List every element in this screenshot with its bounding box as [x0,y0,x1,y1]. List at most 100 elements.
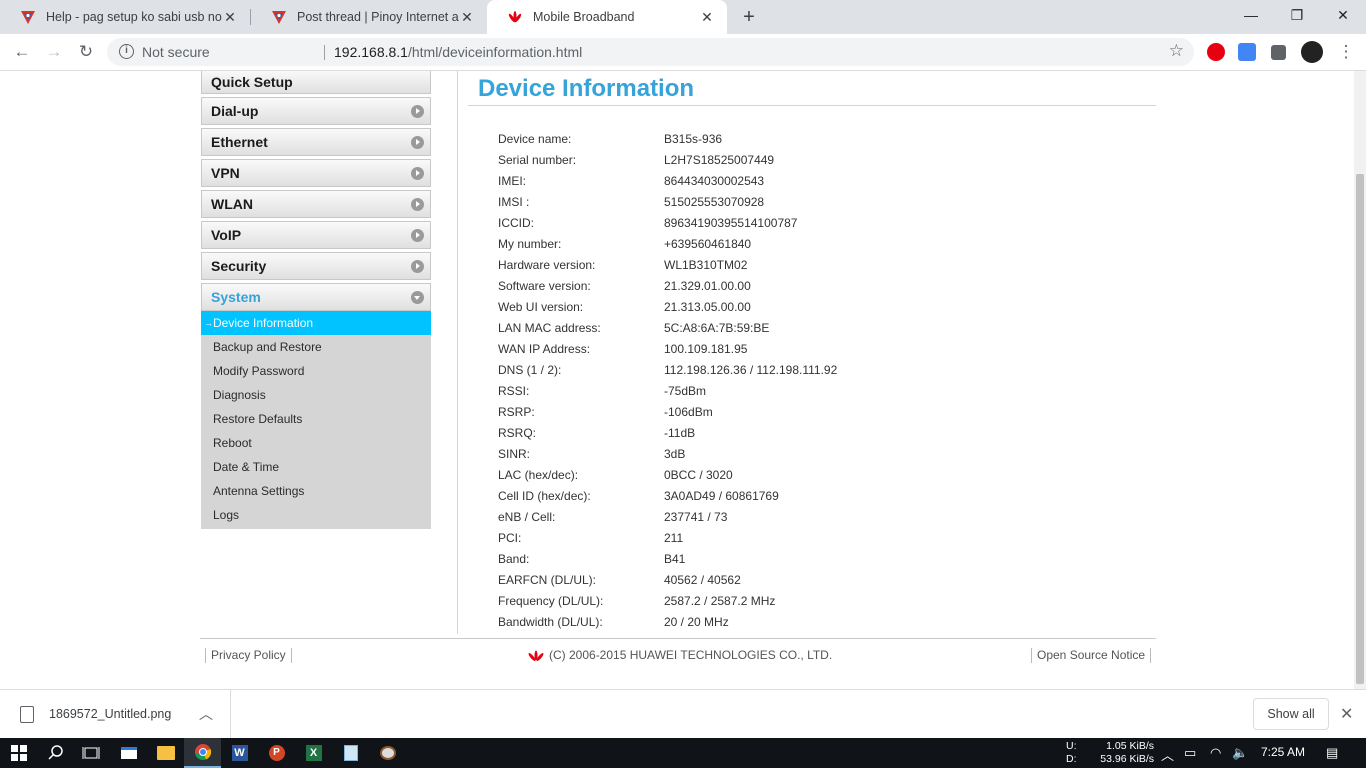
info-row: ICCID: 89634190395514100787 [498,213,837,234]
battery-icon[interactable]: ▭ [1184,745,1196,761]
submenu-item-reboot[interactable]: Reboot [201,431,431,455]
download-speed: 53.96 KiB/s [1100,753,1154,765]
chrome-icon[interactable] [184,738,221,768]
sidebar-item-voip[interactable]: VoIP [201,221,431,249]
new-tab-button[interactable]: + [737,5,761,29]
bookmark-star-icon[interactable]: ☆ [1169,41,1184,61]
info-value: B41 [664,552,686,566]
address-bar[interactable]: i Not secure 192.168.8.1/html/deviceinfo… [107,38,1194,66]
sidebar-item-ethernet[interactable]: Ethernet [201,128,431,156]
volume-icon[interactable]: 🔈 [1232,745,1248,761]
info-value: 3A0AD49 / 60861769 [664,489,779,503]
submenu-item-backup-restore[interactable]: Backup and Restore [201,335,431,359]
download-bar: 1869572_Untitled.png ︿ Show all ✕ [0,689,1366,738]
info-label: ICCID: [498,216,534,230]
profile-avatar[interactable] [1301,41,1323,63]
info-value: -11dB [664,426,696,440]
windows-start-icon[interactable] [0,738,37,768]
info-label: WAN IP Address: [498,342,591,356]
sidebar-item-label: WLAN [211,196,253,212]
show-hidden-icons-icon[interactable]: ︿ [1161,745,1174,764]
info-row: eNB / Cell: 237741 / 73 [498,507,837,528]
browser-tab-help[interactable]: Help - pag setup ko sabi usb not ✕ [0,0,250,34]
browser-tab-post-thread[interactable]: Post thread | Pinoy Internet and T ✕ [251,0,487,34]
privacy-policy-link[interactable]: Privacy Policy [205,648,292,663]
download-filename[interactable]: 1869572_Untitled.png [49,707,171,721]
sidebar-item-system[interactable]: System [201,283,431,311]
huawei-logo-icon [528,650,544,661]
sidebar-item-label: VoIP [211,227,242,243]
translate-extension-icon[interactable] [1238,43,1256,61]
submenu-item-restore-defaults[interactable]: Restore Defaults [201,407,431,431]
sidebar-item-quick-setup[interactable]: Quick Setup [201,71,431,94]
sidebar-item-wlan[interactable]: WLAN [201,190,431,218]
info-value: WL1B310TM02 [664,258,748,272]
extensions-puzzle-icon[interactable] [1271,45,1286,60]
close-tab-icon[interactable]: ✕ [222,9,238,25]
reload-button[interactable]: ↻ [72,38,100,66]
sidebar-item-vpn[interactable]: VPN [201,159,431,187]
info-row: RSRP: -106dBm [498,402,837,423]
browser-tab-mobile-broadband[interactable]: Mobile Broadband ✕ [487,0,727,34]
huawei-favicon-icon [508,11,522,23]
url-host: 192.168.8.1 [334,44,408,60]
info-value: 211 [664,531,684,545]
close-download-bar-icon[interactable]: ✕ [1340,704,1353,724]
info-label: DNS (1 / 2): [498,363,562,377]
info-row: IMSI : 515025553070928 [498,192,837,213]
info-label: Cell ID (hex/dec): [498,489,591,503]
restore-window-button[interactable]: ❐ [1274,0,1320,30]
url-text[interactable]: 192.168.8.1/html/deviceinformation.html [334,44,582,60]
adblock-extension-icon[interactable] [1207,43,1225,61]
sidebar-item-dial-up[interactable]: Dial-up [201,97,431,125]
info-row: RSRQ: -11dB [498,423,837,444]
back-button[interactable]: ← [8,38,36,66]
submenu-item-diagnosis[interactable]: Diagnosis [201,383,431,407]
tab-title: Post thread | Pinoy Internet and T [297,10,459,24]
notepad-icon[interactable] [332,738,369,768]
paint-icon[interactable] [369,738,406,768]
file-explorer-icon[interactable] [147,738,184,768]
submenu-item-device-information[interactable]: → Device Information [201,311,431,335]
taskbar-clock[interactable]: 7:25 AM [1261,745,1305,759]
sidebar-item-label: Ethernet [211,134,268,150]
site-info-icon[interactable]: i [119,44,134,59]
info-row: Software version: 21.329.01.00.00 [498,276,837,297]
sidebar-item-security[interactable]: Security [201,252,431,280]
wifi-icon[interactable]: ◠ [1210,745,1221,761]
info-value: 515025553070928 [664,195,765,209]
chevron-right-icon [411,136,424,149]
browser-menu-icon[interactable]: ⋮ [1332,38,1360,66]
word-icon[interactable]: W [221,738,258,768]
page-scrollbar[interactable] [1354,71,1366,689]
chevron-right-icon [411,260,424,273]
close-window-button[interactable]: ✕ [1320,0,1366,30]
chevron-up-icon[interactable]: ︿ [199,704,213,724]
powerpoint-icon[interactable]: P [258,738,295,768]
submenu-item-date-time[interactable]: Date & Time [201,455,431,479]
download-item[interactable]: 1869572_Untitled.png ︿ [0,690,231,738]
submenu-item-antenna-settings[interactable]: Antenna Settings [201,479,431,503]
info-row: LAN MAC address: 5C:A8:6A:7B:59:BE [498,318,837,339]
search-icon[interactable] [37,738,74,768]
task-view-icon[interactable] [72,738,109,768]
excel-icon[interactable]: X [295,738,332,768]
info-row: WAN IP Address: 100.109.181.95 [498,339,837,360]
submenu-item-logs[interactable]: Logs [201,503,431,527]
scrollbar-thumb[interactable] [1356,174,1364,684]
close-tab-icon[interactable]: ✕ [699,9,715,25]
info-row: EARFCN (DL/UL): 40562 / 40562 [498,570,837,591]
close-tab-icon[interactable]: ✕ [459,9,475,25]
info-label: Web UI version: [498,300,584,314]
info-row: Web UI version: 21.313.05.00.00 [498,297,837,318]
action-center-icon[interactable]: ▤ [1326,745,1338,761]
security-label[interactable]: Not secure [142,44,210,60]
chevron-right-icon [411,229,424,242]
minimize-window-button[interactable]: — [1228,0,1274,30]
submenu-item-modify-password[interactable]: Modify Password [201,359,431,383]
forum-favicon-icon [21,11,35,24]
forward-button[interactable]: → [40,38,68,66]
open-source-notice-link[interactable]: Open Source Notice [1031,648,1152,663]
desktop-app-icon[interactable] [110,738,147,768]
show-all-button[interactable]: Show all [1253,698,1329,730]
